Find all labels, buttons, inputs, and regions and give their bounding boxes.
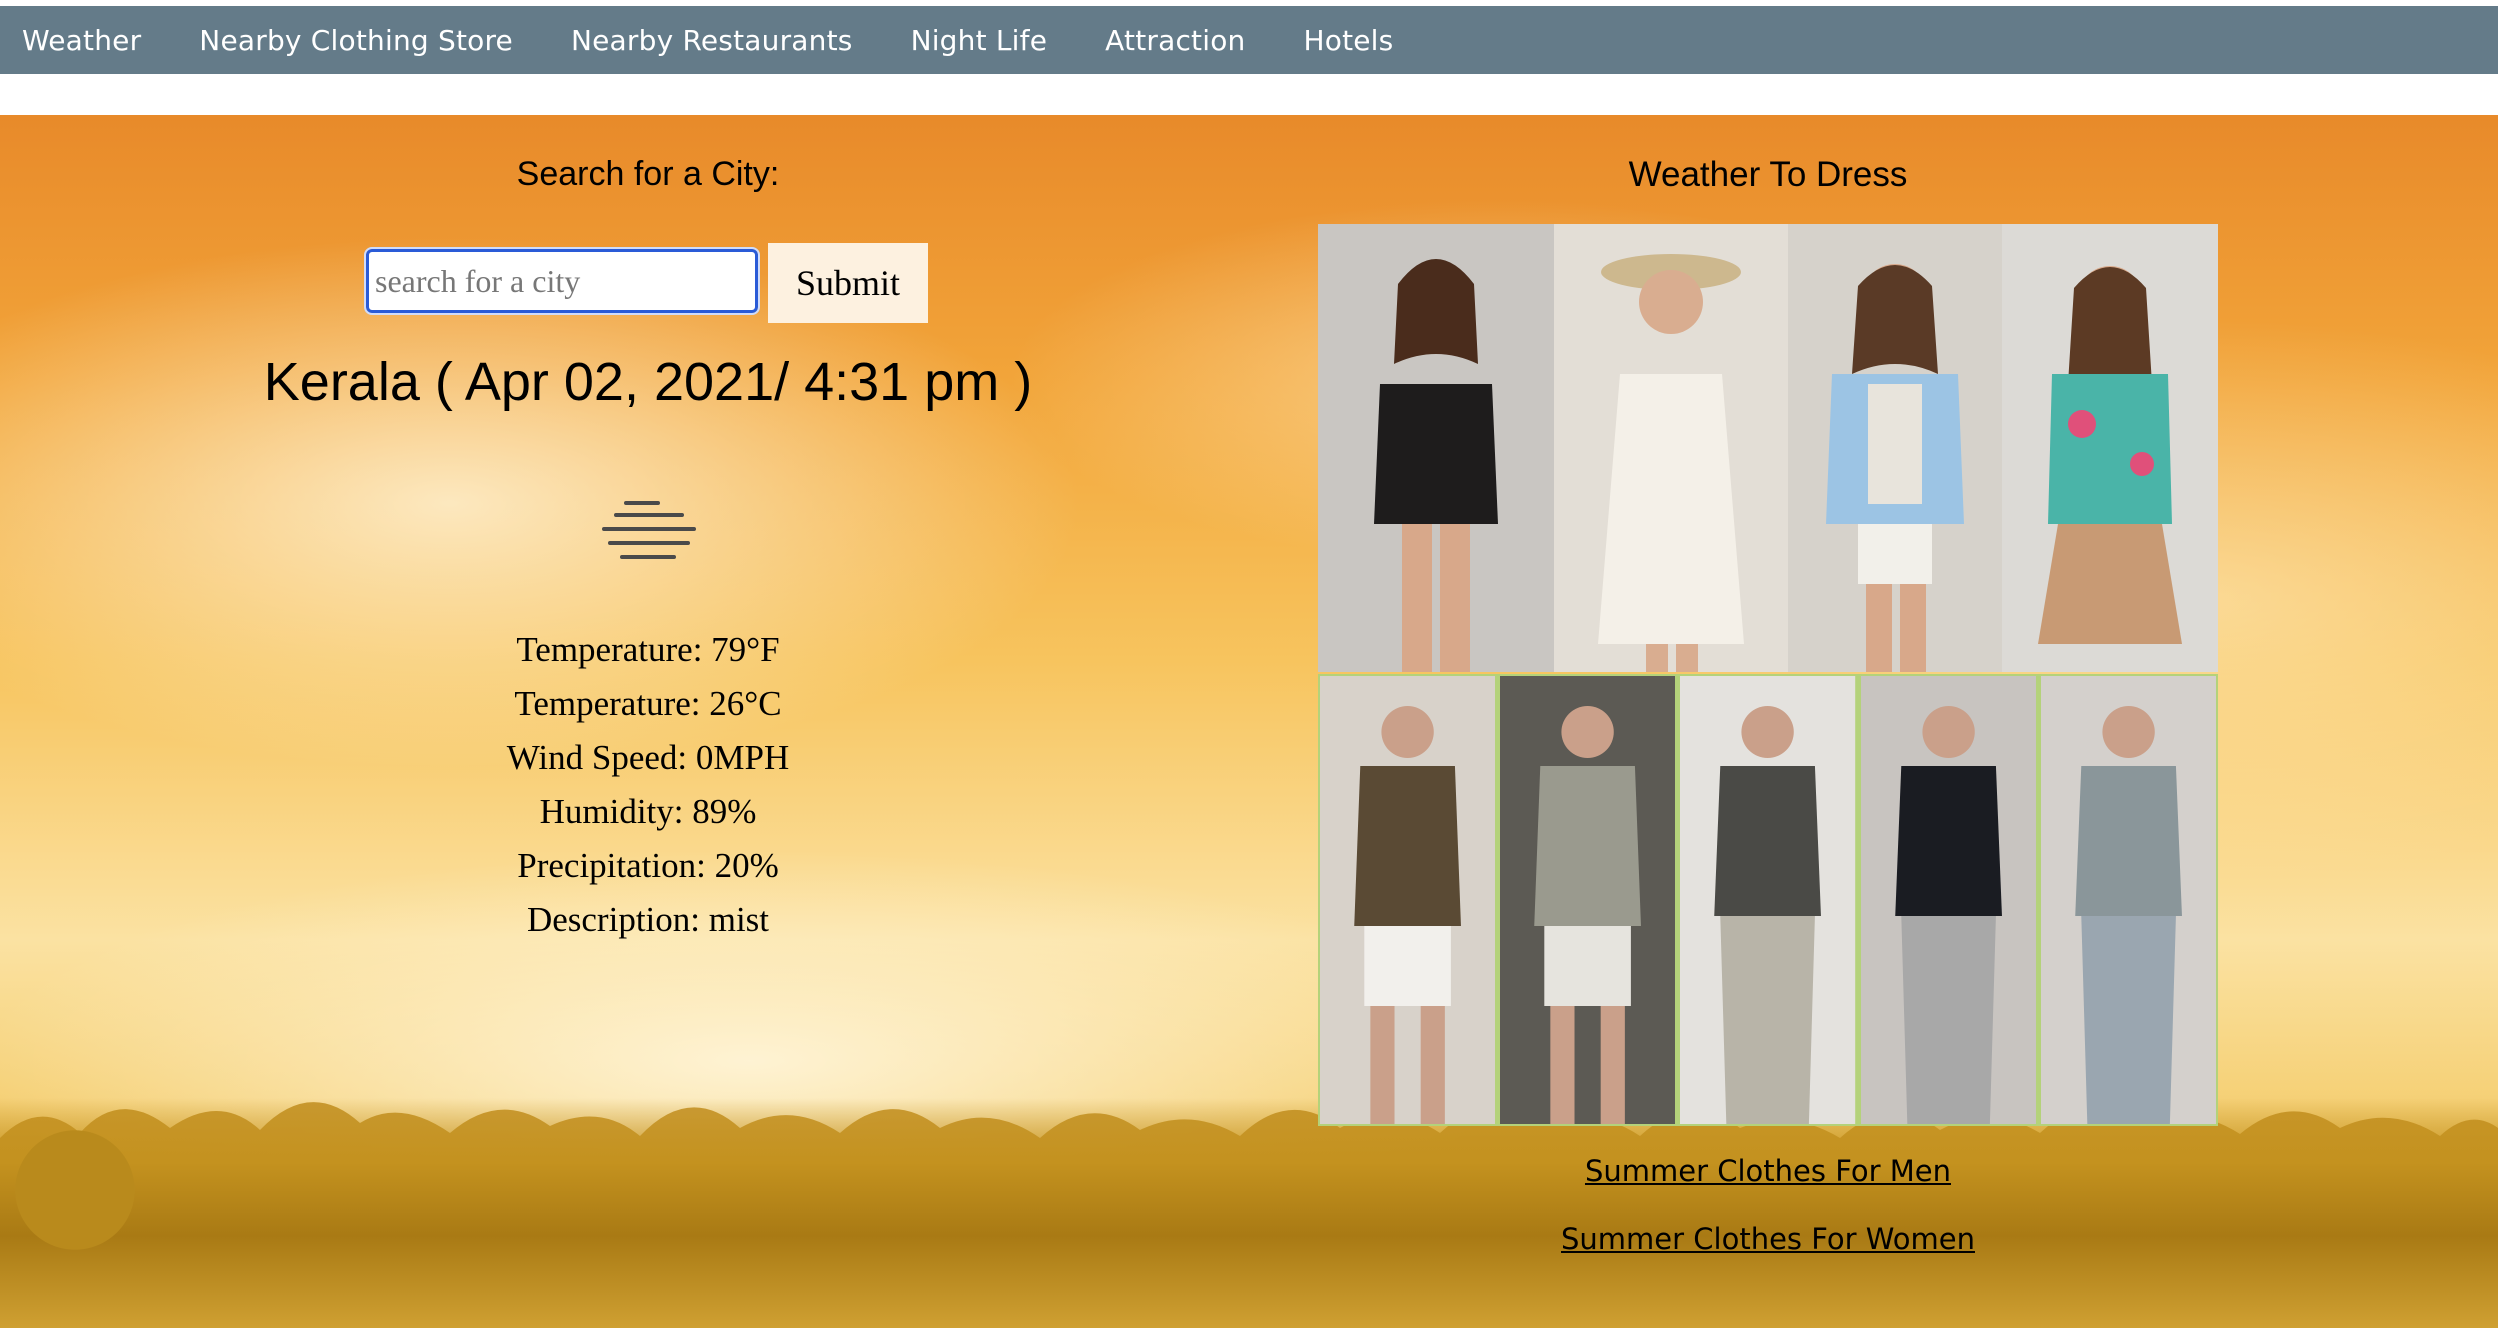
temperature-c: Temperature: 26°C: [514, 684, 782, 723]
women-outfit-photo: [2002, 224, 2218, 672]
submit-button[interactable]: Submit: [768, 243, 928, 323]
men-outfit-photo: [1860, 676, 2036, 1124]
nav-hotels[interactable]: Hotels: [1303, 24, 1393, 57]
men-outfit-photo: [1500, 676, 1676, 1124]
nav-nearby-clothing-store[interactable]: Nearby Clothing Store: [199, 24, 513, 57]
city-date-heading: Kerala ( Apr 02, 2021/ 4:31 pm ): [263, 352, 1033, 412]
wind-speed: Wind Speed: 0MPH: [506, 738, 790, 777]
precipitation: Precipitation: 20%: [517, 846, 779, 885]
women-outfit-photo: [1788, 224, 2002, 672]
summer-clothes-women-link[interactable]: Summer Clothes For Women: [1318, 1222, 2218, 1256]
nav-night-life[interactable]: Night Life: [911, 24, 1048, 57]
summer-clothes-men-link[interactable]: Summer Clothes For Men: [1318, 1154, 2218, 1188]
men-outfits-image: [1318, 674, 2218, 1126]
men-outfit-photo: [1680, 676, 1856, 1124]
humidity: Humidity: 89%: [539, 792, 757, 831]
temperature-f: Temperature: 79°F: [516, 630, 780, 669]
search-title: Search for a City:: [516, 155, 780, 193]
nav-nearby-restaurants[interactable]: Nearby Restaurants: [571, 24, 853, 57]
women-outfit-photo: [1554, 224, 1788, 672]
forest-decoration: [0, 1098, 2498, 1328]
nav-weather[interactable]: Weather: [22, 24, 141, 57]
mist-icon: [602, 501, 696, 559]
dress-title: Weather To Dress: [1628, 155, 1908, 194]
weather-description: Description: mist: [526, 900, 770, 939]
nav-attraction[interactable]: Attraction: [1105, 24, 1245, 57]
outfit-collage: [1318, 224, 2218, 1126]
men-outfit-photo: [2040, 676, 2217, 1124]
men-outfit-photo: [1320, 676, 1496, 1124]
women-outfit-photo: [1318, 224, 1554, 672]
top-nav: Weather Nearby Clothing Store Nearby Res…: [0, 6, 2498, 74]
weather-stats: Temperature: 79°F Temperature: 26°C Wind…: [0, 623, 1296, 947]
women-outfits-image: [1318, 224, 2218, 672]
city-search-input[interactable]: [364, 247, 760, 315]
